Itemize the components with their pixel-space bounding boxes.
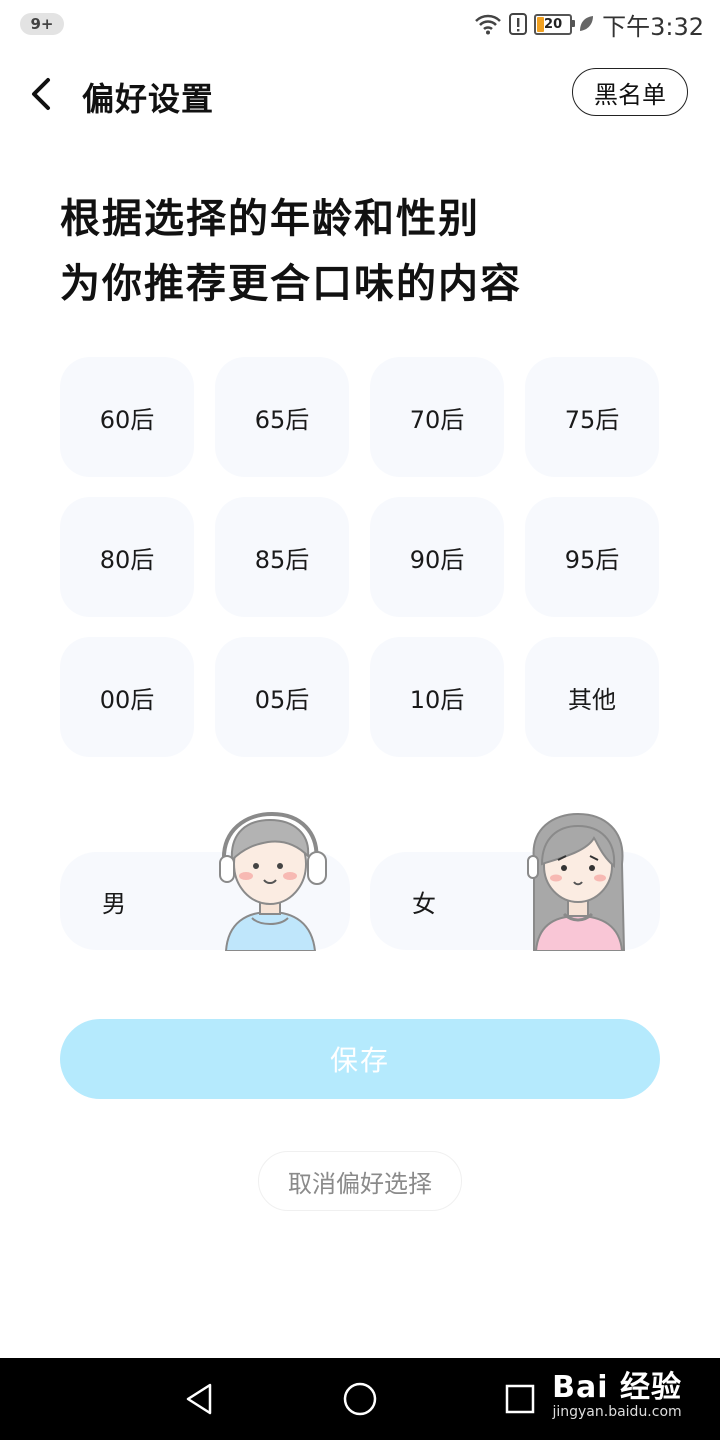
save-button[interactable]: 保存 xyxy=(60,1019,660,1099)
age-option[interactable]: 90后 xyxy=(370,497,504,617)
age-option[interactable]: 10后 xyxy=(370,637,504,757)
baidu-watermark: Bai 经验 jingyan.baidu.com xyxy=(552,1362,682,1420)
gender-label-male: 男 xyxy=(102,890,126,918)
status-icons: 20 下午3:32 xyxy=(474,8,704,41)
age-option[interactable]: 60后 xyxy=(60,357,194,477)
back-triangle-icon[interactable] xyxy=(180,1379,220,1419)
alert-icon xyxy=(509,13,528,35)
battery-level: 20 xyxy=(544,16,563,32)
age-option[interactable]: 65后 xyxy=(215,357,349,477)
female-avatar-illustration xyxy=(527,812,626,951)
age-option[interactable]: 80后 xyxy=(60,497,194,617)
wifi-icon xyxy=(475,14,501,35)
cancel-preference-button[interactable]: 取消偏好选择 xyxy=(258,1151,462,1211)
headline-line-1: 根据选择的年龄和性别 xyxy=(60,196,480,242)
age-option[interactable]: 00后 xyxy=(60,637,194,757)
watermark-sub: jingyan.baidu.com xyxy=(552,1404,682,1420)
gender-label-female: 女 xyxy=(412,890,436,918)
home-circle-icon[interactable] xyxy=(340,1379,380,1419)
status-time: 下午3:32 xyxy=(602,12,704,41)
age-option[interactable]: 85后 xyxy=(215,497,349,617)
recents-square-icon[interactable] xyxy=(500,1379,540,1419)
age-option[interactable]: 其他 xyxy=(525,637,659,757)
page-title: 偏好设置 xyxy=(82,80,215,118)
male-avatar-illustration xyxy=(219,811,327,951)
age-option[interactable]: 70后 xyxy=(370,357,504,477)
back-chevron-icon[interactable] xyxy=(24,74,64,114)
system-nav-bar: Bai 经验 jingyan.baidu.com xyxy=(0,1358,720,1440)
leaf-icon xyxy=(580,16,594,31)
headline-line-2: 为你推荐更合口味的内容 xyxy=(60,261,522,307)
age-option[interactable]: 05后 xyxy=(215,637,349,757)
notification-badge: 9+ xyxy=(20,13,64,35)
blacklist-button[interactable]: 黑名单 xyxy=(572,68,688,116)
age-option[interactable]: 95后 xyxy=(525,497,659,617)
battery-icon: 20 xyxy=(534,13,576,35)
age-option-grid: 60后 65后 70后 75后 80后 85后 90后 95后 00后 05后 … xyxy=(60,357,660,757)
watermark-main: Bai 经验 xyxy=(552,1370,682,1405)
age-option[interactable]: 75后 xyxy=(525,357,659,477)
